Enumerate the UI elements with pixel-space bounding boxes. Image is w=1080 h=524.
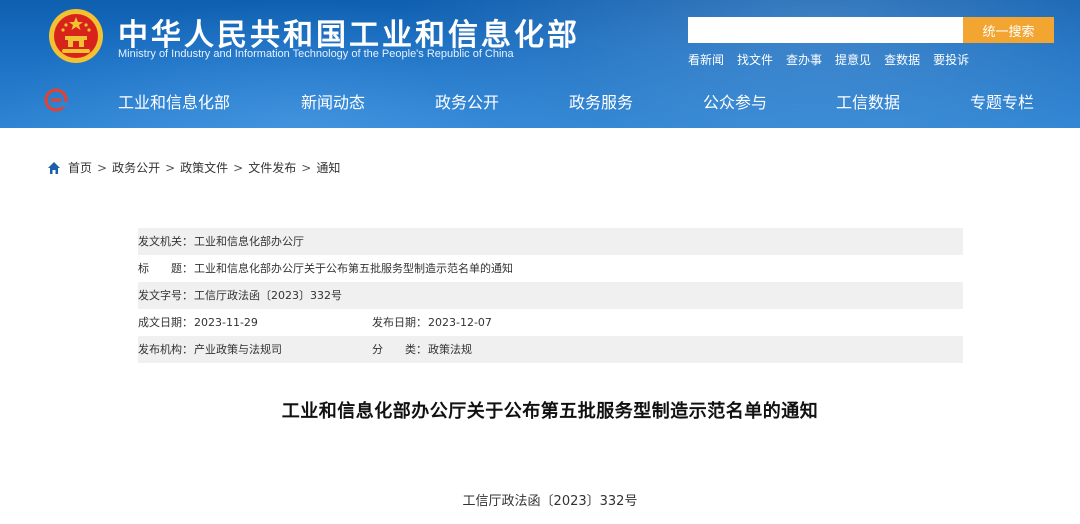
breadcrumb-policy-docs[interactable]: 政策文件 bbox=[180, 159, 228, 176]
info-row-issuer: 发文机关： 工业和信息化部办公厅 bbox=[138, 228, 963, 255]
created-date-value: 2023-11-29 bbox=[194, 316, 258, 329]
breadcrumb-separator: > bbox=[301, 160, 312, 175]
breadcrumb-home[interactable]: 首页 bbox=[68, 159, 92, 176]
document-title: 工业和信息化部办公厅关于公布第五批服务型制造示范名单的通知 bbox=[281, 401, 819, 422]
breadcrumb: 首页 > 政务公开 > 政策文件 > 文件发布 > 通知 bbox=[47, 159, 340, 176]
created-date-label: 成文日期： bbox=[138, 316, 193, 329]
nav-item-gov-affairs[interactable]: 政务公开 bbox=[435, 89, 499, 113]
nav-item-gov-services[interactable]: 政务服务 bbox=[569, 89, 633, 113]
site-header: 中华人民共和国工业和信息化部 Ministry of Industry and … bbox=[0, 0, 1080, 128]
category-value: 政策法规 bbox=[428, 343, 472, 356]
search-input[interactable] bbox=[688, 17, 963, 43]
issuer-label: 发文机关： bbox=[138, 235, 193, 248]
title-label: 标 题： bbox=[138, 262, 193, 275]
breadcrumb-notice[interactable]: 通知 bbox=[316, 159, 340, 176]
nav-item-public-participation[interactable]: 公众参与 bbox=[703, 89, 767, 113]
home-icon[interactable] bbox=[47, 161, 61, 175]
info-row-org-category: 发布机构： 产业政策与法规司 分 类： 政策法规 bbox=[138, 336, 963, 363]
quick-link-complaint[interactable]: 要投诉 bbox=[933, 51, 969, 68]
quick-link-files[interactable]: 找文件 bbox=[737, 51, 773, 68]
nav-item-data[interactable]: 工信数据 bbox=[836, 89, 900, 113]
breadcrumb-separator: > bbox=[97, 160, 108, 175]
national-emblem-icon[interactable] bbox=[48, 8, 104, 64]
nav-item-news[interactable]: 新闻动态 bbox=[301, 89, 365, 113]
doc-number-value: 工信厅政法函〔2023〕332号 bbox=[194, 289, 342, 302]
site-subtitle: Ministry of Industry and Information Tec… bbox=[118, 48, 514, 60]
category-label: 分 类： bbox=[372, 343, 427, 356]
nav-item-topics[interactable]: 专题专栏 bbox=[970, 89, 1034, 113]
org-label: 发布机构： bbox=[138, 343, 193, 356]
breadcrumb-doc-release[interactable]: 文件发布 bbox=[248, 159, 296, 176]
org-value: 产业政策与法规司 bbox=[194, 343, 282, 356]
breadcrumb-separator: > bbox=[165, 160, 176, 175]
e-logo-icon[interactable] bbox=[44, 88, 68, 112]
breadcrumb-separator: > bbox=[233, 160, 244, 175]
published-date-value: 2023-12-07 bbox=[428, 316, 492, 329]
search-button[interactable]: 统一搜索 bbox=[963, 17, 1054, 43]
issuer-value: 工业和信息化部办公厅 bbox=[194, 235, 304, 248]
doc-number-label: 发文字号： bbox=[138, 289, 193, 302]
document-number: 工信厅政法函〔2023〕332号 bbox=[462, 494, 638, 509]
document-info-table: 发文机关： 工业和信息化部办公厅 标 题： 工业和信息化部办公厅关于公布第五批服… bbox=[138, 228, 963, 363]
breadcrumb-gov-affairs[interactable]: 政务公开 bbox=[112, 159, 160, 176]
quick-link-services[interactable]: 查办事 bbox=[786, 51, 822, 68]
published-date-label: 发布日期： bbox=[372, 316, 427, 329]
info-row-title: 标 题： 工业和信息化部办公厅关于公布第五批服务型制造示范名单的通知 bbox=[138, 255, 963, 282]
nav-item-ministry[interactable]: 工业和信息化部 bbox=[118, 89, 230, 113]
title-value: 工业和信息化部办公厅关于公布第五批服务型制造示范名单的通知 bbox=[194, 262, 513, 275]
quick-link-news[interactable]: 看新闻 bbox=[688, 51, 724, 68]
quick-links: 看新闻 找文件 查办事 提意见 查数据 要投诉 bbox=[688, 51, 969, 68]
quick-link-feedback[interactable]: 提意见 bbox=[835, 51, 871, 68]
info-row-dates: 成文日期： 2023-11-29 发布日期： 2023-12-07 bbox=[138, 309, 963, 336]
quick-link-data[interactable]: 查数据 bbox=[884, 51, 920, 68]
info-row-doc-number: 发文字号： 工信厅政法函〔2023〕332号 bbox=[138, 282, 963, 309]
